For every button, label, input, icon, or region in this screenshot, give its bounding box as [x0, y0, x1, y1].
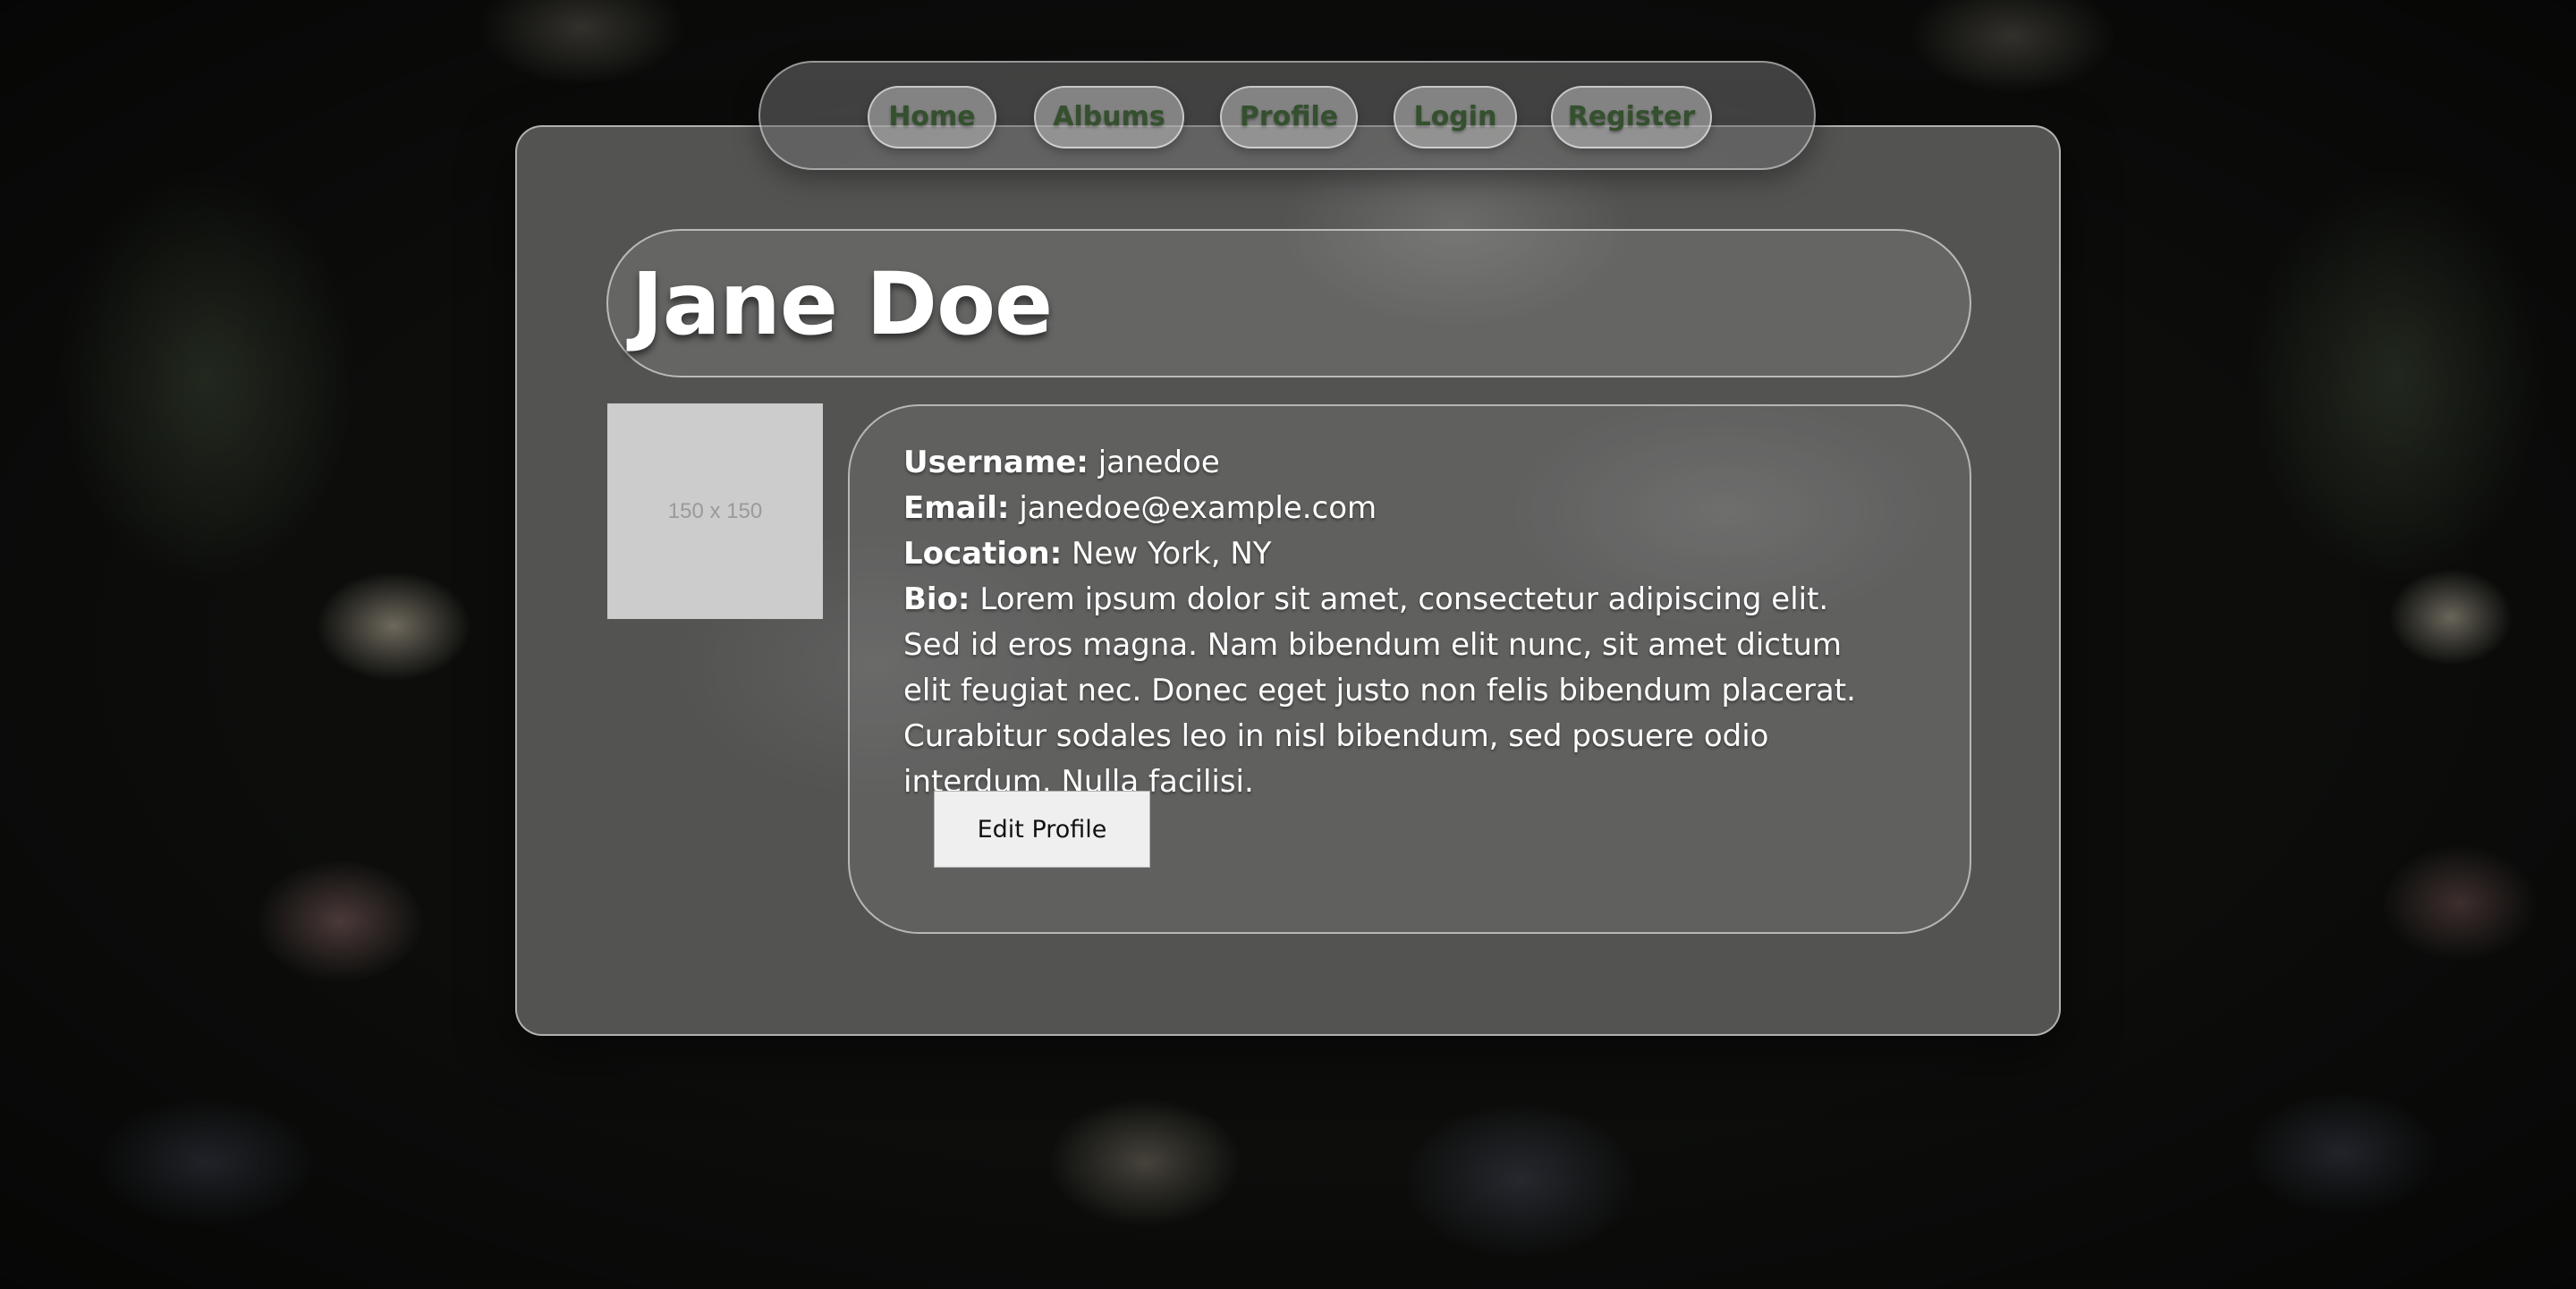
email-row: Email: janedoe@example.com [903, 486, 1869, 531]
bio-label: Bio: [903, 581, 970, 617]
profile-details-text: Username: janedoe Email: janedoe@example… [903, 440, 1869, 805]
profile-name: Jane Doe [631, 254, 1053, 354]
main-nav: Home Albums Profile Login Register [758, 61, 1816, 170]
email-label: Email: [903, 490, 1010, 526]
nav-login-button[interactable]: Login [1394, 86, 1517, 148]
avatar-placeholder-text: 150 x 150 [667, 498, 763, 523]
profile-details: Username: janedoe Email: janedoe@example… [848, 404, 1971, 934]
username-row: Username: janedoe [903, 440, 1869, 486]
location-label: Location: [903, 536, 1063, 572]
nav-register-button[interactable]: Register [1551, 86, 1712, 148]
username-label: Username: [903, 445, 1089, 480]
username-value: janedoe [1097, 445, 1220, 480]
edit-profile-button[interactable]: Edit Profile [934, 791, 1150, 868]
avatar: 150 x 150 [607, 403, 823, 619]
nav-albums-button[interactable]: Albums [1034, 86, 1184, 148]
name-header: Jane Doe [606, 229, 1971, 377]
email-value: janedoe@example.com [1019, 490, 1377, 526]
location-row: Location: New York, NY [903, 531, 1869, 577]
nav-home-button[interactable]: Home [868, 86, 996, 148]
location-value: New York, NY [1072, 536, 1272, 572]
bio-row: Bio: Lorem ipsum dolor sit amet, consect… [903, 577, 1869, 805]
nav-profile-button[interactable]: Profile [1220, 86, 1358, 148]
profile-card: Jane Doe 150 x 150 Username: janedoe Ema… [515, 125, 2061, 1036]
bio-value: Lorem ipsum dolor sit amet, consectetur … [903, 581, 1856, 800]
